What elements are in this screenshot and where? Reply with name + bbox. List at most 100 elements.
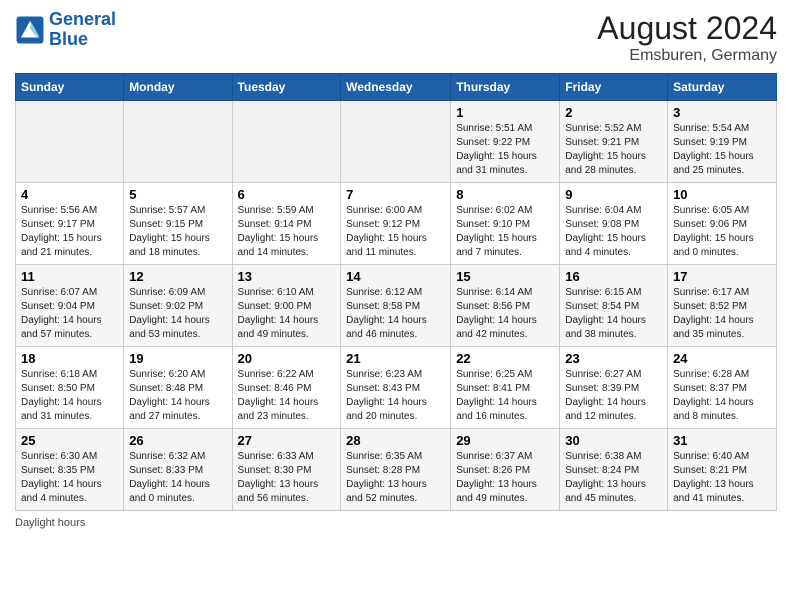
day-number: 14 — [346, 269, 445, 284]
calendar-cell: 29 Sunrise: 6:37 AM Sunset: 8:26 PM Dayli… — [451, 429, 560, 511]
day-number: 20 — [238, 351, 336, 366]
weekday-header-tuesday: Tuesday — [232, 74, 341, 101]
calendar-cell: 22 Sunrise: 6:25 AM Sunset: 8:41 PM Dayli… — [451, 347, 560, 429]
calendar-title: August 2024 — [597, 10, 777, 47]
calendar-cell: 28 Sunrise: 6:35 AM Sunset: 8:28 PM Dayli… — [341, 429, 451, 511]
calendar-week-1: 1 Sunrise: 5:51 AM Sunset: 9:22 PM Daylig… — [16, 101, 777, 183]
calendar-cell: 2 Sunrise: 5:52 AM Sunset: 9:21 PM Daylig… — [560, 101, 668, 183]
calendar-subtitle: Emsburen, Germany — [597, 47, 777, 65]
calendar-cell: 6 Sunrise: 5:59 AM Sunset: 9:14 PM Daylig… — [232, 183, 341, 265]
day-number: 8 — [456, 187, 554, 202]
day-number: 3 — [673, 105, 771, 120]
calendar-table: SundayMondayTuesdayWednesdayThursdayFrid… — [15, 73, 777, 511]
weekday-header-saturday: Saturday — [668, 74, 777, 101]
calendar-week-5: 25 Sunrise: 6:30 AM Sunset: 8:35 PM Dayli… — [16, 429, 777, 511]
day-info: Sunrise: 6:04 AM Sunset: 9:08 PM Dayligh… — [565, 204, 662, 260]
calendar-cell: 7 Sunrise: 6:00 AM Sunset: 9:12 PM Daylig… — [341, 183, 451, 265]
day-info: Sunrise: 5:52 AM Sunset: 9:21 PM Dayligh… — [565, 122, 662, 178]
calendar-cell: 26Sunrise: 6:32 AM Sunset: 8:33 PM Dayli… — [124, 429, 232, 511]
weekday-header-sunday: Sunday — [16, 74, 124, 101]
calendar-cell: 10 Sunrise: 6:05 AM Sunset: 9:06 PM Dayli… — [668, 183, 777, 265]
day-number: 12 — [129, 269, 226, 284]
day-number: 5 — [129, 187, 226, 202]
day-number: 22 — [456, 351, 554, 366]
calendar-cell: 16 Sunrise: 6:15 AM Sunset: 8:54 PM Dayli… — [560, 265, 668, 347]
weekday-header-wednesday: Wednesday — [341, 74, 451, 101]
day-info: Sunrise: 6:12 AM Sunset: 8:58 PM Dayligh… — [346, 286, 445, 342]
calendar-cell: 12 Sunrise: 6:09 AM Sunset: 9:02 PM Dayli… — [124, 265, 232, 347]
day-number: 9 — [565, 187, 662, 202]
day-info: Sunrise: 6:23 AM Sunset: 8:43 PM Dayligh… — [346, 368, 445, 424]
calendar-week-4: 18 Sunrise: 6:18 AM Sunset: 8:50 PM Dayli… — [16, 347, 777, 429]
legend: Daylight hours — [15, 517, 777, 529]
day-info: Sunrise: 5:54 AM Sunset: 9:19 PM Dayligh… — [673, 122, 771, 178]
day-number: 13 — [238, 269, 336, 284]
day-info: Sunrise: 6:25 AM Sunset: 8:41 PM Dayligh… — [456, 368, 554, 424]
calendar-cell: 23Sunrise: 6:27 AM Sunset: 8:39 PM Dayli… — [560, 347, 668, 429]
day-number: 18 — [21, 351, 118, 366]
calendar-cell: 17 Sunrise: 6:17 AM Sunset: 8:52 PM Dayli… — [668, 265, 777, 347]
day-info: Sunrise: 6:07 AM Sunset: 9:04 PM Dayligh… — [21, 286, 118, 342]
day-number: 6 — [238, 187, 336, 202]
weekday-header-row: SundayMondayTuesdayWednesdayThursdayFrid… — [16, 74, 777, 101]
day-number: 10 — [673, 187, 771, 202]
day-info: Sunrise: 5:51 AM Sunset: 9:22 PM Dayligh… — [456, 122, 554, 178]
day-number: 25 — [21, 433, 118, 448]
day-number: 27 — [238, 433, 336, 448]
day-number: 24 — [673, 351, 771, 366]
calendar-cell: 24 Sunrise: 6:28 AM Sunset: 8:37 PM Dayli… — [668, 347, 777, 429]
day-info: Sunrise: 6:17 AM Sunset: 8:52 PM Dayligh… — [673, 286, 771, 342]
day-info: Sunrise: 6:37 AM Sunset: 8:26 PM Dayligh… — [456, 450, 554, 506]
day-number: 21 — [346, 351, 445, 366]
day-info: Sunrise: 6:35 AM Sunset: 8:28 PM Dayligh… — [346, 450, 445, 506]
day-info: Sunrise: 6:10 AM Sunset: 9:00 PM Dayligh… — [238, 286, 336, 342]
day-info: Sunrise: 6:02 AM Sunset: 9:10 PM Dayligh… — [456, 204, 554, 260]
day-info: Sunrise: 6:05 AM Sunset: 9:06 PM Dayligh… — [673, 204, 771, 260]
day-number: 19 — [129, 351, 226, 366]
day-info: Sunrise: 5:59 AM Sunset: 9:14 PM Dayligh… — [238, 204, 336, 260]
logo: General Blue — [15, 10, 116, 50]
day-info: Sunrise: 6:38 AM Sunset: 8:24 PM Dayligh… — [565, 450, 662, 506]
day-number: 16 — [565, 269, 662, 284]
day-number: 2 — [565, 105, 662, 120]
weekday-header-monday: Monday — [124, 74, 232, 101]
day-info: Sunrise: 6:18 AM Sunset: 8:50 PM Dayligh… — [21, 368, 118, 424]
calendar-cell: 20 Sunrise: 6:22 AM Sunset: 8:46 PM Dayli… — [232, 347, 341, 429]
calendar-cell — [124, 101, 232, 183]
day-number: 17 — [673, 269, 771, 284]
day-number: 26 — [129, 433, 226, 448]
calendar-cell: 15Sunrise: 6:14 AM Sunset: 8:56 PM Dayli… — [451, 265, 560, 347]
calendar-cell: 3 Sunrise: 5:54 AM Sunset: 9:19 PM Daylig… — [668, 101, 777, 183]
day-info: Sunrise: 6:40 AM Sunset: 8:21 PM Dayligh… — [673, 450, 771, 506]
logo-blue: Blue — [49, 29, 88, 49]
calendar-cell: 27 Sunrise: 6:33 AM Sunset: 8:30 PM Dayli… — [232, 429, 341, 511]
calendar-cell: 30 Sunrise: 6:38 AM Sunset: 8:24 PM Dayli… — [560, 429, 668, 511]
calendar-cell: 19 Sunrise: 6:20 AM Sunset: 8:48 PM Dayli… — [124, 347, 232, 429]
calendar-cell — [341, 101, 451, 183]
weekday-header-thursday: Thursday — [451, 74, 560, 101]
calendar-cell: 13 Sunrise: 6:10 AM Sunset: 9:00 PM Dayli… — [232, 265, 341, 347]
day-info: Sunrise: 6:28 AM Sunset: 8:37 PM Dayligh… — [673, 368, 771, 424]
calendar-cell — [232, 101, 341, 183]
page-header: General Blue August 2024 Emsburen, Germa… — [15, 10, 777, 65]
day-number: 1 — [456, 105, 554, 120]
day-number: 29 — [456, 433, 554, 448]
calendar-cell: 4Sunrise: 5:56 AM Sunset: 9:17 PM Daylig… — [16, 183, 124, 265]
day-info: Sunrise: 6:20 AM Sunset: 8:48 PM Dayligh… — [129, 368, 226, 424]
day-info: Sunrise: 6:15 AM Sunset: 8:54 PM Dayligh… — [565, 286, 662, 342]
day-info: Sunrise: 5:57 AM Sunset: 9:15 PM Dayligh… — [129, 204, 226, 260]
day-number: 15 — [456, 269, 554, 284]
day-number: 30 — [565, 433, 662, 448]
calendar-cell — [16, 101, 124, 183]
day-info: Sunrise: 6:30 AM Sunset: 8:35 PM Dayligh… — [21, 450, 118, 506]
day-info: Sunrise: 6:09 AM Sunset: 9:02 PM Dayligh… — [129, 286, 226, 342]
day-number: 4 — [21, 187, 118, 202]
calendar-cell: 11Sunrise: 6:07 AM Sunset: 9:04 PM Dayli… — [16, 265, 124, 347]
day-info: Sunrise: 6:22 AM Sunset: 8:46 PM Dayligh… — [238, 368, 336, 424]
calendar-cell: 8 Sunrise: 6:02 AM Sunset: 9:10 PM Daylig… — [451, 183, 560, 265]
calendar-cell: 1 Sunrise: 5:51 AM Sunset: 9:22 PM Daylig… — [451, 101, 560, 183]
day-info: Sunrise: 6:00 AM Sunset: 9:12 PM Dayligh… — [346, 204, 445, 260]
day-number: 28 — [346, 433, 445, 448]
day-info: Sunrise: 6:33 AM Sunset: 8:30 PM Dayligh… — [238, 450, 336, 506]
day-number: 7 — [346, 187, 445, 202]
